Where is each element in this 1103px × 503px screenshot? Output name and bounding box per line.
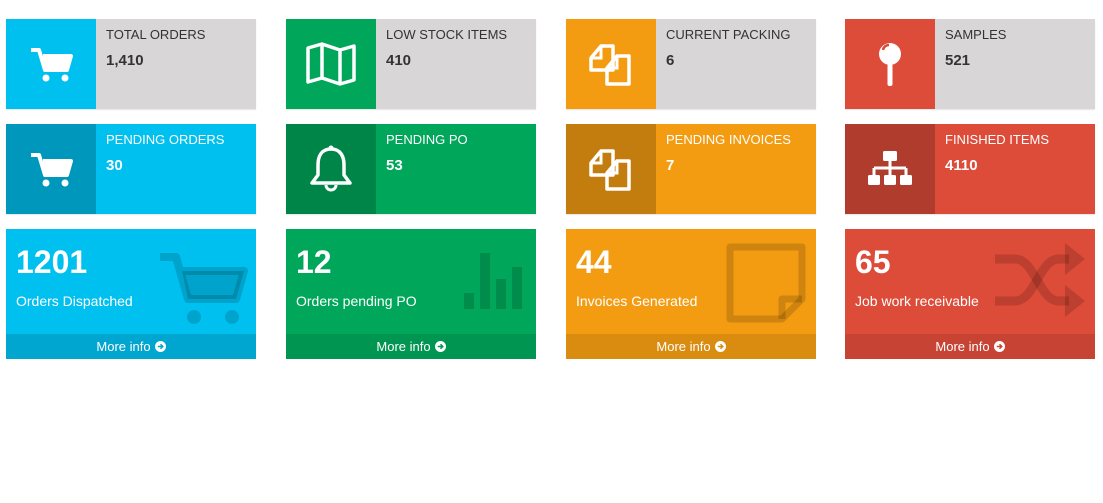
more-info-label: More info	[376, 339, 431, 354]
arrow-circle-right-icon	[993, 341, 1005, 352]
arrow-circle-right-icon	[434, 341, 446, 352]
info-box-icon	[286, 19, 376, 109]
info-box-low-stock-items: LOW STOCK ITEMS 410	[286, 19, 536, 109]
small-box-value: 12	[296, 244, 332, 280]
info-box-label: TOTAL ORDERS	[106, 27, 206, 42]
more-info-link[interactable]: More info	[286, 334, 536, 359]
sticky-note-icon	[726, 243, 806, 323]
info-box-label: PENDING INVOICES	[666, 132, 791, 147]
info-box-content: FINISHED ITEMS 4110	[935, 124, 1095, 214]
arrow-circle-right-icon	[714, 341, 726, 352]
info-box-icon	[286, 124, 376, 214]
more-info-label: More info	[96, 339, 151, 354]
small-box-inner: 44 Invoices Generated	[576, 243, 697, 309]
info-box-label: PENDING ORDERS	[106, 132, 225, 147]
small-box-label: Orders pending PO	[296, 293, 417, 309]
more-info-label: More info	[935, 339, 990, 354]
small-box-label: Invoices Generated	[576, 293, 698, 309]
shopping-cart-icon	[31, 48, 73, 82]
info-box-content: CURRENT PACKING 6	[656, 19, 816, 109]
arrow-circle-right-icon	[154, 341, 166, 352]
info-box-value: 7	[666, 157, 675, 174]
small-box-inner: 65 Job work receivable	[855, 243, 979, 309]
info-box-value: 521	[945, 52, 971, 69]
info-box-icon	[566, 19, 656, 109]
sitemap-icon	[868, 151, 912, 185]
small-box-value: 44	[576, 244, 612, 280]
info-box-pending-orders: PENDING ORDERS 30	[6, 124, 256, 214]
info-box-value: 6	[666, 52, 675, 69]
small-box-orders-pending-po: 12 Orders pending PO More info	[286, 229, 536, 359]
small-box-value: 1201	[16, 244, 88, 280]
small-box-value: 65	[855, 244, 891, 280]
random-icon	[995, 243, 1085, 317]
info-box-total-orders: TOTAL ORDERS 1,410	[6, 19, 256, 109]
info-box-samples: SAMPLES 521	[845, 19, 1095, 109]
info-box-value: 53	[386, 157, 403, 174]
map-pin-icon	[879, 43, 901, 86]
small-box-invoices-generated: 44 Invoices Generated More info	[566, 229, 816, 359]
info-box-current-packing: CURRENT PACKING 6	[566, 19, 816, 109]
map-icon	[306, 42, 356, 86]
files-icon	[589, 149, 631, 191]
info-box-pending-invoices: PENDING INVOICES 7	[566, 124, 816, 214]
info-box-content: LOW STOCK ITEMS 410	[376, 19, 536, 109]
info-box-label: FINISHED ITEMS	[945, 132, 1050, 147]
more-info-link[interactable]: More info	[845, 334, 1095, 359]
info-box-content: PENDING ORDERS 30	[96, 124, 256, 214]
more-info-link[interactable]: More info	[6, 334, 256, 359]
info-box-label: LOW STOCK ITEMS	[386, 27, 508, 42]
info-box-content: PENDING INVOICES 7	[656, 124, 816, 214]
shopping-cart-icon	[31, 153, 73, 187]
info-box-value: 410	[386, 52, 412, 69]
small-box-orders-dispatched: 1201 Orders Dispatched More info	[6, 229, 256, 359]
info-box-icon	[845, 124, 935, 214]
info-box-icon	[6, 19, 96, 109]
small-box-label: Job work receivable	[855, 293, 979, 309]
info-box-content: PENDING PO 53	[376, 124, 536, 214]
small-box-inner: 1201 Orders Dispatched	[16, 243, 133, 309]
more-info-link[interactable]: More info	[566, 334, 816, 359]
info-box-label: PENDING PO	[386, 132, 468, 147]
info-box-icon	[566, 124, 656, 214]
info-box-value: 30	[106, 157, 123, 174]
info-box-value: 4110	[945, 157, 978, 174]
info-box-finished-items: FINISHED ITEMS 4110	[845, 124, 1095, 214]
small-box-job-work-receivable: 65 Job work receivable More info	[845, 229, 1095, 359]
info-box-label: SAMPLES	[945, 27, 1007, 42]
bell-icon	[310, 145, 352, 192]
files-icon	[589, 44, 631, 86]
info-box-value: 1,410	[106, 52, 144, 69]
more-info-label: More info	[656, 339, 711, 354]
small-box-label: Orders Dispatched	[16, 293, 133, 309]
bar-chart-icon	[464, 253, 522, 309]
info-box-pending-po: PENDING PO 53	[286, 124, 536, 214]
info-box-content: TOTAL ORDERS 1,410	[96, 19, 256, 109]
shopping-cart-icon	[160, 253, 248, 324]
small-box-inner: 12 Orders pending PO	[296, 243, 417, 309]
info-box-content: SAMPLES 521	[935, 19, 1095, 109]
info-box-label: CURRENT PACKING	[666, 27, 791, 42]
info-box-icon	[6, 124, 96, 214]
info-box-icon	[845, 19, 935, 109]
